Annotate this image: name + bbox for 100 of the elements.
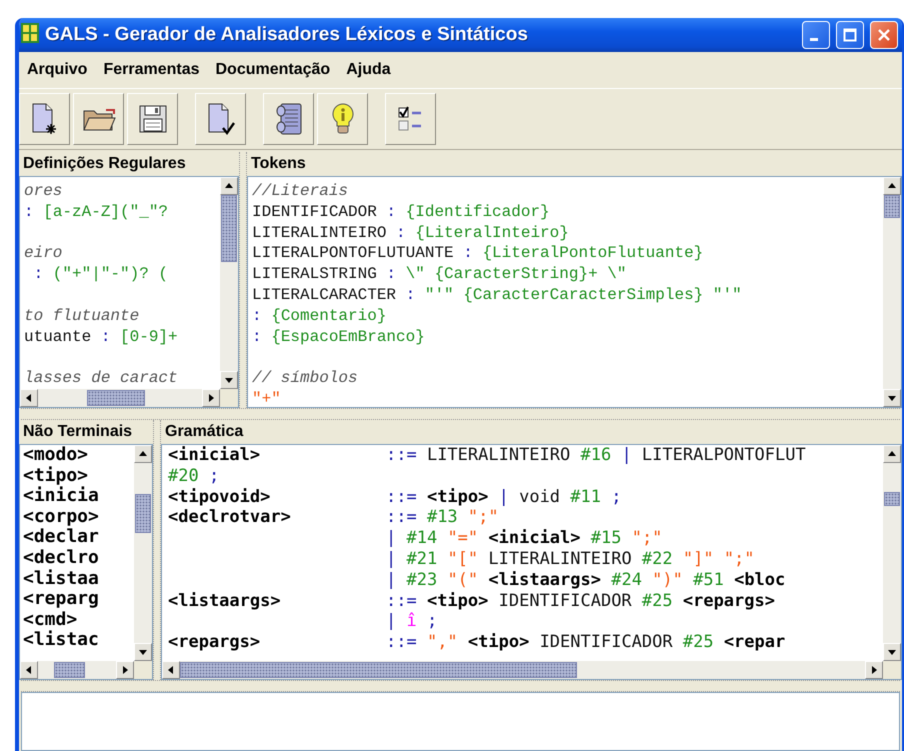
- close-icon: [877, 28, 891, 42]
- up-arrow-icon: [888, 450, 896, 458]
- code-line: "+": [252, 388, 282, 407]
- scroll-right-button[interactable]: [202, 389, 220, 407]
- list-item[interactable]: <declro: [23, 548, 134, 569]
- production-rule: ::= <tipo> IDENTIFICADOR #25 <repargs>: [386, 590, 775, 612]
- toolbar-button[interactable]: [195, 93, 246, 145]
- list-item[interactable]: <inicia: [23, 486, 134, 507]
- code-line: // símbolos: [252, 368, 359, 389]
- panel-title: Não Terminais: [22, 422, 134, 442]
- list-item[interactable]: <declar: [23, 527, 134, 548]
- production-rule: | î ;: [386, 611, 438, 632]
- code-line: : {Comentario}: [252, 306, 388, 327]
- scroll-thumb[interactable]: [135, 494, 151, 534]
- production-rule: ::= #13 ";": [386, 507, 499, 528]
- code-line: LITERALSTRING : \" {CaracterString}+ \": [252, 264, 628, 285]
- toolbar-button[interactable]: [19, 93, 70, 145]
- left-arrow-icon: [167, 666, 175, 674]
- nonterminal-name: <listaargs>: [168, 590, 282, 612]
- down-arrow-icon: [888, 648, 896, 656]
- scroll-down-button[interactable]: [883, 643, 901, 661]
- right-arrow-icon: [870, 666, 878, 674]
- minimize-button[interactable]: [802, 21, 830, 49]
- list-item[interactable]: <corpo>: [23, 506, 134, 528]
- panel-title: Gramática: [164, 422, 244, 442]
- up-arrow-icon: [888, 182, 896, 190]
- scroll-thumb[interactable]: [884, 492, 900, 506]
- up-arrow-icon: [225, 182, 233, 190]
- scroll-thumb[interactable]: [54, 662, 85, 678]
- code-line: : {EspacoEmBranco}: [252, 326, 426, 348]
- code-line: to flutuante: [24, 306, 140, 327]
- scroll-down-button[interactable]: [883, 389, 901, 407]
- maximize-button[interactable]: [836, 21, 864, 49]
- production-rule: | #23 "(" <listaargs> #24 ")" #51 <bloc: [386, 570, 786, 591]
- right-arrow-icon: [207, 394, 215, 402]
- scroll-right-button[interactable]: [865, 661, 883, 679]
- scroll-down-button[interactable]: [220, 371, 238, 389]
- scroll-up-button[interactable]: [134, 445, 152, 463]
- nonterminal-name: <inicial>: [168, 445, 262, 466]
- scroll-thumb[interactable]: [87, 390, 145, 406]
- code-line: eiro: [24, 243, 64, 264]
- code-line: lasses de caract: [24, 368, 179, 389]
- menu-item[interactable]: Ferramentas: [97, 57, 206, 83]
- code-line: utuante : [0-9]+: [24, 326, 179, 348]
- maximize-icon: [843, 28, 857, 42]
- toolbar-button[interactable]: [385, 93, 436, 145]
- scrollbar-corner: [220, 389, 238, 407]
- toolbar-button[interactable]: [73, 93, 124, 145]
- scroll-thumb[interactable]: [884, 195, 900, 218]
- list-item[interactable]: <tipo>: [23, 466, 134, 486]
- production-rule: #20 ;: [168, 466, 220, 487]
- toolbar-button[interactable]: [317, 93, 368, 145]
- document-check-icon: [206, 102, 236, 136]
- nonterminal-name: <declrotvar>: [168, 507, 292, 528]
- right-arrow-icon: [121, 666, 129, 674]
- left-arrow-icon: [25, 666, 33, 674]
- close-button[interactable]: [870, 21, 898, 49]
- notebook-icon: [274, 102, 302, 136]
- down-arrow-icon: [139, 648, 147, 656]
- code-line: LITERALINTEIRO : {LiteralInteiro}: [252, 222, 570, 244]
- production-rule: | #21 "[" LITERALINTEIRO #22 "]" ";": [386, 548, 755, 570]
- code-line: : ("+"|"-")? (: [32, 264, 170, 285]
- scroll-down-button[interactable]: [134, 643, 152, 661]
- scroll-up-button[interactable]: [883, 177, 901, 195]
- code-line: LITERALCARACTER : "'" {CaracterCaracterSimples} "'": [252, 284, 743, 306]
- code-line: ores: [24, 181, 64, 202]
- toolbar-button[interactable]: [263, 93, 314, 145]
- scroll-thumb[interactable]: [180, 662, 578, 678]
- list-item[interactable]: <listac: [23, 630, 134, 651]
- nonterminal-name: <repargs>: [168, 632, 262, 653]
- scroll-left-button[interactable]: [162, 661, 180, 679]
- lightbulb-icon: [330, 102, 356, 136]
- scroll-thumb[interactable]: [221, 195, 237, 262]
- menu-item[interactable]: Arquivo: [21, 57, 94, 83]
- folder-icon: [82, 106, 116, 132]
- window-title: GALS - Gerador de Analisadores Léxicos e Sintáticos: [45, 24, 529, 46]
- scroll-right-button[interactable]: [116, 661, 134, 679]
- nonterminal-name: <tipovoid>: [168, 486, 272, 508]
- menu-item[interactable]: Documentação: [210, 57, 336, 83]
- list-item[interactable]: <cmd>: [23, 610, 134, 630]
- list-item[interactable]: <listaa: [23, 568, 134, 590]
- scrollbar-corner: [134, 661, 152, 679]
- scroll-up-button[interactable]: [883, 445, 901, 463]
- left-arrow-icon: [25, 394, 33, 402]
- scroll-left-button[interactable]: [20, 389, 38, 407]
- minimize-icon: [810, 38, 818, 40]
- production-rule: ::= <tipo> | void #11 ;: [386, 486, 622, 508]
- menu-item[interactable]: Ajuda: [340, 57, 397, 83]
- code-line: IDENTIFICADOR : {Identificador}: [252, 202, 551, 223]
- down-arrow-icon: [888, 394, 896, 402]
- scroll-up-button[interactable]: [220, 177, 238, 195]
- list-item[interactable]: <reparg: [23, 589, 134, 610]
- code-line: LITERALPONTOFLUTUANTE : {LiteralPontoFlutuante}: [252, 243, 704, 264]
- code-line: //Literais: [252, 181, 350, 202]
- list-item[interactable]: <modo>: [23, 445, 134, 466]
- up-arrow-icon: [139, 450, 147, 458]
- toolbar-button[interactable]: [127, 93, 178, 145]
- production-rule: ::= "," <tipo> IDENTIFICADOR #25 <repar: [386, 632, 786, 653]
- scroll-left-button[interactable]: [20, 661, 38, 679]
- down-arrow-icon: [225, 376, 233, 384]
